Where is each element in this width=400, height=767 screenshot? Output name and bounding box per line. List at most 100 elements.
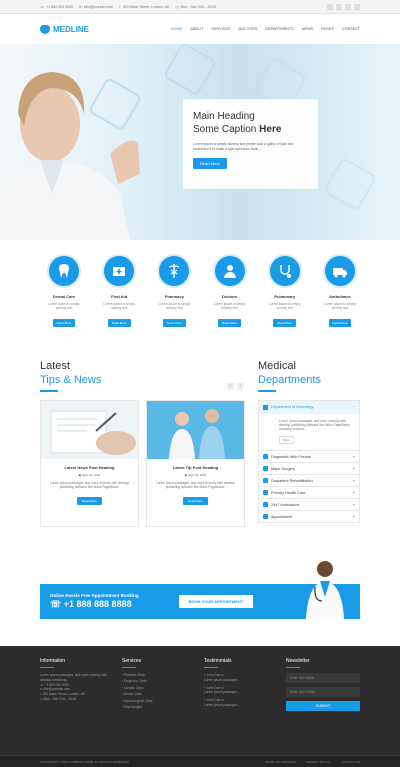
nav-about[interactable]: ABOUT [190,27,203,31]
newsletter-email-input[interactable]: Enter Your E-Mail [286,687,360,697]
footer-email-text[interactable]: info@yoursite.com [44,687,70,691]
service-read-more-button[interactable]: Read More [162,318,186,327]
hours-text: Mon - Sat: 9:00 - 20:00 [180,4,217,9]
newsletter-submit-button[interactable]: SUBMIT [286,701,360,711]
plus-icon: + [352,502,355,507]
accordion-item-label: Appointment [271,514,293,519]
first-aid-icon[interactable] [102,254,137,288]
service-title: Pulmonary [274,294,296,299]
newsletter-name-input[interactable]: Enter Your Name [286,673,360,683]
footer-service-label[interactable]: Gynecological Clinic [124,699,153,703]
tips-title-line1: Latest [40,360,70,372]
service-first-aid: First Aid Lorem ipsum is simply dummy te… [99,254,139,360]
testimonial-name: John Doe to [206,685,224,690]
footer-information: Information Lorem Ipsum passages, and mo… [40,658,114,711]
title-underline [40,389,58,392]
news-card-title[interactable]: Latest Tip Post Heading [147,465,244,470]
nav-services[interactable]: SERVICES [211,27,230,31]
linkedin-icon[interactable] [354,3,360,10]
footer: Information Lorem Ipsum passages, and mo… [0,646,400,767]
service-read-more-button[interactable]: Read More [52,318,76,327]
contact-link[interactable]: CONTACT US [341,760,360,764]
footer-service-label[interactable]: Dental Clinic [124,692,142,696]
accordion-more-button[interactable]: More [279,435,294,445]
footer-service-link[interactable]: › Psychologist [122,705,196,710]
privacy-link[interactable]: PRIVACY POLICY [306,760,331,764]
terms-link[interactable]: TERMS OF SERVICES [265,760,296,764]
hero-caption: Main Heading Some Caption Here Lorem Ips… [183,99,318,189]
accordion-item[interactable]: Outpatient Rehabilitation + [259,474,359,486]
footer-service-label[interactable]: Cardiac Clinic [124,686,144,690]
caduceus-icon[interactable] [157,254,192,288]
service-read-more-button[interactable]: Read More [328,318,352,327]
service-text: Lorem ipsum is simply dummy text [158,302,191,311]
nav-doctors[interactable]: DOCTORS [238,27,257,31]
copyright-text: COPYRIGHT © 2021 COMPANY NAME ALL RIGHTS… [40,759,129,764]
accordion-item[interactable]: Primary Health Care + [259,486,359,498]
nav-pages[interactable]: PAGES [321,27,334,31]
service-text: Lorem ipsum is simply dummy text [48,302,80,311]
footer-service-link[interactable]: › Pediatric Clinic [122,673,196,678]
news-card-title[interactable]: Latest News Post Heading [41,465,138,470]
plus-icon: + [352,490,355,495]
nav-home[interactable]: HOME [171,27,182,31]
service-read-more-button[interactable]: Read More [273,318,297,327]
book-appointment-button[interactable]: BOOK YOUR APPOINTMENT [178,595,254,608]
nav-contact[interactable]: CONTACT [342,27,360,31]
service-read-more-button[interactable]: Read More [218,318,241,327]
footer-service-link[interactable]: › Cardiac Clinic [122,686,196,691]
nav-departments[interactable]: DEPARTMENTS [265,27,293,31]
tooth-icon[interactable] [47,254,81,288]
facebook-icon[interactable] [327,3,333,10]
news-card-read-more-button[interactable]: Read More [183,497,208,506]
accordion-item-label: Outpatient Rehabilitation [271,478,313,483]
departments-title-line1: Medical [258,360,296,372]
service-title: Dental Care [52,294,76,299]
hero-heading-line2: Some Caption [193,123,260,135]
accordion-item[interactable]: 24x7 Ambulance + [259,498,359,510]
logo[interactable]: MEDLINE [40,24,89,34]
footer-service-link[interactable]: › Diagnosis Clinic [122,679,196,684]
testimonial-quote: Lorem ipsum passages... [204,677,240,682]
google-plus-icon[interactable] [345,3,351,10]
footer-service-label[interactable]: Psychologist [124,705,142,709]
ambulance-icon[interactable] [322,254,357,288]
news-card-read-more-button[interactable]: Read More [77,497,102,506]
footer-service-link[interactable]: › Gynecological Clinic [122,699,196,704]
departments-title-line2: Departments [258,373,321,386]
twitter-icon[interactable] [336,3,342,10]
hexagon-decoration [322,156,378,212]
next-arrow-icon[interactable]: › [237,382,244,390]
accordion-item[interactable]: Major Surgery + [259,462,359,474]
footer-service-link[interactable]: › Dental Clinic [122,692,196,697]
testimonial: ❝ John Doe to Lorem ipsum passages... [204,685,240,695]
title-underline [258,389,276,392]
heading-underline [122,667,136,668]
hero-heading: Main Heading Some Caption Here [193,111,308,136]
nav-news[interactable]: NEWS [302,27,313,31]
email-text[interactable]: info@yoursite.com [84,5,113,9]
address-text: 220 Baker Street, London, UK [122,4,170,9]
stethoscope-icon[interactable] [267,254,302,288]
hero-read-more-button[interactable]: Read More [193,157,227,169]
prev-arrow-icon[interactable]: ‹ [227,382,234,390]
phone-text: +1 800 000 0000 [46,4,73,9]
accordion-item[interactable]: Diagnostic With Precise + [259,450,359,462]
news-card-date-text: Sept 15, 2021 [187,472,207,477]
testimonial: ❝ John Doe to Lorem ipsum passages... [204,698,240,707]
hexagon-decoration [162,44,218,97]
accordion-item[interactable]: Appointment + [259,510,359,522]
medkit-icon [263,490,268,496]
nav-menu: HOME ABOUT SERVICES DOCTORS DEPARTMENTS … [171,27,360,31]
doctor-icon[interactable] [212,254,247,288]
accordion-item-label: Diagnostic With Precise [271,454,312,459]
top-bar: ☏ +1 800 000 0000 ✉ info@yoursite.com ⌖ … [0,0,400,14]
footer-service-label[interactable]: Pediatric Clinic [124,673,145,677]
service-read-more-button[interactable]: Read More [107,318,131,327]
accordion-item-neurology[interactable]: Department of Neurology − [259,400,359,414]
footer-service-label[interactable]: Diagnosis Clinic [124,679,147,683]
hero-slider: Main Heading Some Caption Here Lorem Ips… [0,44,400,240]
email-info[interactable]: ✉ info@yoursite.com [79,5,113,9]
plus-icon: + [352,454,355,459]
scalpel-icon [263,466,268,472]
